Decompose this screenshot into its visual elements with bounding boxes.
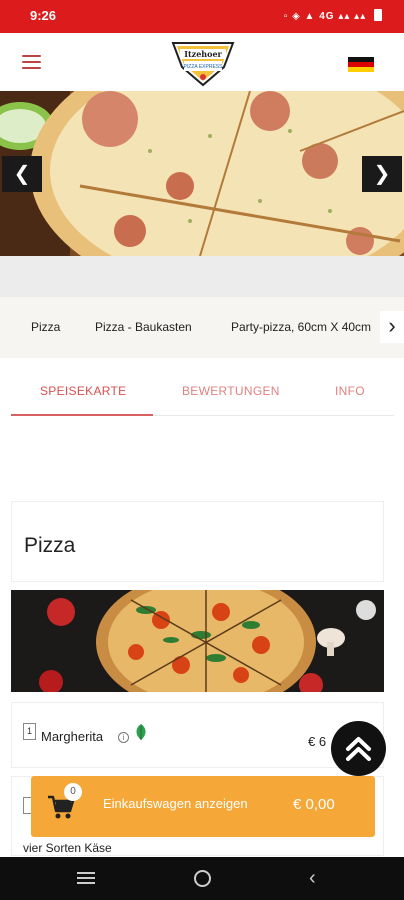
recents-icon[interactable] — [77, 872, 95, 885]
view-cart-button[interactable]: 0 Einkaufswagen anzeigen € 0,00 — [31, 776, 375, 837]
pizza-banner-image — [0, 91, 404, 256]
system-nav-bar: ‹ — [0, 857, 404, 900]
brand-logo: Itzehoer PIZZA EXPRESS — [171, 42, 235, 87]
hero-carousel[interactable]: ❮ ❯ — [0, 91, 404, 256]
svg-text:PIZZA EXPRESS: PIZZA EXPRESS — [184, 64, 224, 70]
status-bar: 9:26 ▫ ◈ ▲ 4G ▴▴ ▴▴ — [0, 0, 404, 33]
chevron-right-icon: › — [388, 313, 396, 338]
scroll-to-top-button[interactable] — [331, 721, 386, 776]
carousel-prev-button[interactable]: ❮ — [2, 156, 42, 192]
cart-label: Einkaufswagen anzeigen — [103, 796, 248, 811]
app-header: Itzehoer PIZZA EXPRESS — [0, 33, 404, 91]
hamburger-icon[interactable] — [22, 55, 41, 69]
tab-bewertungen[interactable]: BEWERTUNGEN — [182, 384, 280, 398]
category-bar: Pizza Pizza - Baukasten Party-pizza, 60c… — [0, 297, 404, 358]
back-icon[interactable]: ‹ — [309, 867, 316, 890]
german-flag-icon[interactable] — [348, 57, 374, 72]
double-chevron-up-icon — [346, 737, 371, 761]
item-price: € 6 — [308, 734, 327, 749]
category-pizza-baukasten[interactable]: Pizza - Baukasten — [95, 320, 192, 334]
tab-speisekarte[interactable]: SPEISEKARTE — [40, 384, 126, 398]
category-party-pizza[interactable]: Party-pizza, 60cm X 40cm — [231, 320, 371, 334]
category-next-button[interactable]: › — [380, 311, 404, 343]
battery-icon — [374, 9, 382, 21]
status-icons: ▫ ◈ ▲ 4G ▴▴ ▴▴ — [284, 9, 382, 22]
tab-bar: SPEISEKARTE BEWERTUNGEN INFO — [0, 370, 404, 416]
home-icon[interactable] — [194, 870, 211, 887]
chevron-right-icon: ❯ — [373, 163, 391, 185]
category-pizza[interactable]: Pizza — [31, 320, 60, 334]
status-time: 9:26 — [30, 8, 57, 23]
leaf-icon — [136, 724, 146, 740]
banner-spacer — [0, 256, 404, 297]
menu-item-card[interactable]: 1 Margherita i € 6 — [11, 702, 384, 768]
item-name: Margherita — [41, 729, 104, 744]
item-description: vier Sorten Käse — [23, 841, 112, 855]
tab-info[interactable]: INFO — [335, 384, 365, 398]
cart-total: € 0,00 — [293, 796, 335, 813]
section-title: Pizza — [24, 534, 76, 557]
svg-text:Itzehoer: Itzehoer — [184, 49, 222, 59]
network-label: 4G — [319, 11, 335, 22]
category-image — [11, 590, 384, 692]
chevron-left-icon: ❮ — [13, 163, 31, 185]
carousel-next-button[interactable]: ❯ — [362, 156, 402, 192]
active-tab-indicator — [11, 414, 153, 416]
item-number-badge: 1 — [23, 723, 36, 740]
info-icon[interactable]: i — [118, 732, 129, 743]
section-header-card: Pizza — [11, 501, 384, 582]
cart-count-badge: 0 — [64, 783, 82, 801]
pizza-photo — [11, 590, 384, 692]
